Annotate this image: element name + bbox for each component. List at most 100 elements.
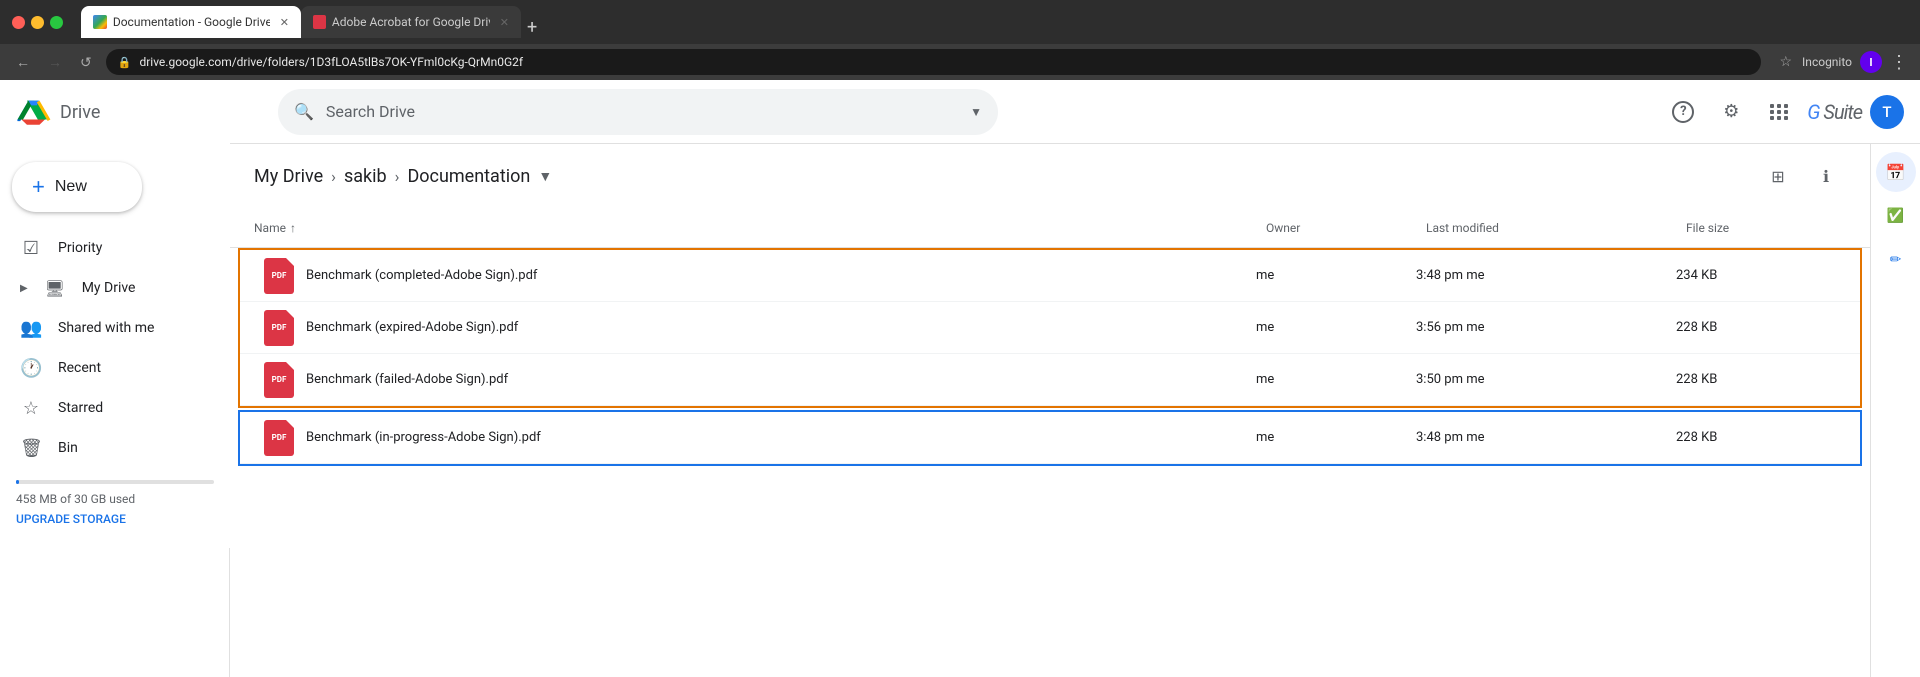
breadcrumb-sep-2: › [395, 167, 400, 186]
sidebar-item-recent-label: Recent [58, 360, 101, 376]
file-list-header: Name ↑ Owner Last modified File size [230, 208, 1870, 248]
gsuite-logo: G Suite [1807, 100, 1862, 124]
sidebar-item-priority-label: Priority [58, 240, 102, 256]
file-size-2: 228 KB [1676, 320, 1836, 335]
file-modified-4: 3:48 pm me [1416, 430, 1676, 445]
drive-logo-icon [16, 96, 52, 128]
close-button[interactable] [12, 16, 25, 29]
bin-icon: 🗑 [20, 438, 42, 459]
help-button[interactable]: ? [1663, 92, 1703, 132]
priority-icon: ☑ [20, 238, 42, 259]
storage-bar-fill [16, 480, 19, 484]
bookmark-star[interactable]: ☆ [1779, 54, 1792, 70]
storage-section: 458 MB of 30 GB used UPGRADE STORAGE [0, 468, 230, 538]
apps-icon [1770, 104, 1789, 120]
sidebar-item-shared[interactable]: 👥 Shared with me [0, 308, 214, 348]
sort-icon[interactable]: ↑ [290, 221, 296, 235]
maximize-button[interactable] [50, 16, 63, 29]
file-size-1: 234 KB [1676, 268, 1836, 283]
chrome-menu-button[interactable]: ⋮ [1890, 52, 1908, 73]
tab-bar: Documentation - Google Drive ✕ Adobe Acr… [81, 6, 1908, 38]
sidebar-item-priority[interactable]: ☑ Priority [0, 228, 214, 268]
file-name-2: Benchmark (expired-Adobe Sign).pdf [306, 320, 518, 335]
search-dropdown-button[interactable]: ▼ [970, 105, 982, 119]
file-size-3: 228 KB [1676, 372, 1836, 387]
expand-icon: ▶ [20, 283, 28, 294]
tab-drive-close[interactable]: ✕ [280, 16, 289, 29]
breadcrumb-my-drive[interactable]: My Drive [254, 166, 323, 187]
file-row-4[interactable]: PDF Benchmark (in-progress-Adobe Sign).p… [240, 412, 1860, 464]
breadcrumb: My Drive › sakib › Documentation ▼ ⊞ ℹ [230, 144, 1870, 208]
edit-panel-icon[interactable]: ✏ [1876, 240, 1916, 280]
breadcrumb-sakib[interactable]: sakib [344, 166, 387, 187]
sidebar-item-starred[interactable]: ☆ Starred [0, 388, 214, 428]
right-panel: 📅 ✅ ✏ [1870, 144, 1920, 677]
tab-acrobat-favicon [313, 15, 326, 29]
breadcrumb-dropdown-button[interactable]: ▼ [538, 168, 552, 185]
lock-icon: 🔒 [118, 56, 132, 69]
search-bar[interactable]: 🔍 Search Drive ▼ [278, 89, 998, 135]
file-name-cell-4: PDF Benchmark (in-progress-Adobe Sign).p… [264, 420, 1256, 456]
file-name-1: Benchmark (completed-Adobe Sign).pdf [306, 268, 537, 283]
file-size-4: 228 KB [1676, 430, 1836, 445]
file-name-3: Benchmark (failed-Adobe Sign).pdf [306, 372, 508, 387]
tab-acrobat-close[interactable]: ✕ [500, 16, 509, 29]
my-drive-icon: 🖥 [44, 279, 66, 298]
column-name: Name ↑ [254, 221, 1266, 235]
app-header: 🔍 Search Drive ▼ ? ⚙ [230, 80, 1920, 144]
incognito-label: Incognito [1802, 55, 1852, 69]
browser-right-controls: Incognito I ⋮ [1802, 51, 1908, 73]
file-name-cell-1: PDF Benchmark (completed-Adobe Sign).pdf [264, 258, 1256, 294]
sidebar-item-starred-label: Starred [58, 400, 103, 416]
traffic-lights[interactable] [12, 16, 63, 29]
sidebar-item-recent[interactable]: 🕐 Recent [0, 348, 214, 388]
storage-label: 458 MB of 30 GB used [16, 492, 214, 506]
content-header-right: ⊞ ℹ [1758, 156, 1846, 196]
tab-drive-favicon [93, 15, 107, 29]
tab-drive-label: Documentation - Google Drive [113, 15, 270, 29]
user-avatar[interactable]: T [1870, 95, 1904, 129]
sidebar-item-bin[interactable]: 🗑 Bin [0, 428, 214, 468]
reload-button[interactable]: ↺ [76, 52, 96, 73]
pdf-icon-3: PDF [264, 362, 294, 398]
search-icon: 🔍 [294, 102, 314, 121]
sidebar-item-my-drive[interactable]: ▶ 🖥 My Drive [0, 268, 214, 308]
file-owner-4: me [1256, 430, 1416, 445]
file-name-cell-3: PDF Benchmark (failed-Adobe Sign).pdf [264, 362, 1256, 398]
tab-acrobat[interactable]: Adobe Acrobat for Google Driv... ✕ [301, 6, 521, 38]
file-owner-2: me [1256, 320, 1416, 335]
logo-area: Drive [16, 96, 214, 128]
address-bar[interactable]: 🔒 drive.google.com/drive/folders/1D3fLOA… [106, 49, 1762, 75]
blue-selection-group: PDF Benchmark (in-progress-Adobe Sign).p… [238, 410, 1862, 466]
grid-view-button[interactable]: ⊞ [1758, 156, 1798, 196]
new-button[interactable]: + New [12, 162, 142, 212]
orange-selection-group: PDF Benchmark (completed-Adobe Sign).pdf… [238, 248, 1862, 408]
back-button[interactable]: ← [12, 52, 34, 72]
file-row-3[interactable]: PDF Benchmark (failed-Adobe Sign).pdf me… [240, 354, 1860, 406]
apps-button[interactable] [1759, 92, 1799, 132]
new-tab-button[interactable]: + [527, 17, 537, 38]
file-owner-3: me [1256, 372, 1416, 387]
file-name-cell-2: PDF Benchmark (expired-Adobe Sign).pdf [264, 310, 1256, 346]
forward-button[interactable]: → [44, 52, 66, 72]
minimize-button[interactable] [31, 16, 44, 29]
calendar-panel-icon[interactable]: 📅 [1876, 152, 1916, 192]
file-row-1[interactable]: PDF Benchmark (completed-Adobe Sign).pdf… [240, 250, 1860, 302]
settings-icon: ⚙ [1723, 101, 1739, 122]
sidebar-item-shared-label: Shared with me [58, 320, 154, 336]
new-plus-icon: + [32, 174, 45, 200]
sidebar-item-my-drive-label: My Drive [82, 280, 136, 296]
header-right: ? ⚙ [1663, 92, 1904, 132]
recent-icon: 🕐 [20, 358, 42, 379]
info-button[interactable]: ℹ [1806, 156, 1846, 196]
chrome-user-avatar[interactable]: I [1860, 51, 1882, 73]
settings-button[interactable]: ⚙ [1711, 92, 1751, 132]
pdf-icon-4: PDF [264, 420, 294, 456]
upgrade-storage-link[interactable]: UPGRADE STORAGE [16, 512, 214, 526]
file-modified-1: 3:48 pm me [1416, 268, 1676, 283]
search-input[interactable]: Search Drive [326, 102, 958, 121]
tasks-panel-icon[interactable]: ✅ [1876, 196, 1916, 236]
file-row-2[interactable]: PDF Benchmark (expired-Adobe Sign).pdf m… [240, 302, 1860, 354]
tab-drive[interactable]: Documentation - Google Drive ✕ [81, 6, 301, 38]
tab-acrobat-label: Adobe Acrobat for Google Driv... [332, 15, 490, 29]
